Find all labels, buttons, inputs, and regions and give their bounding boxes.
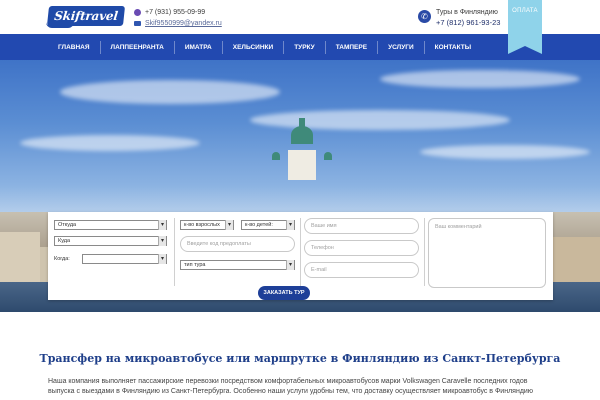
nav-item-imatra[interactable]: ИМАТРА — [175, 40, 223, 54]
name-input[interactable]: Ваше имя — [304, 218, 419, 234]
nav-item-lappeenranta[interactable]: ЛАППЕЕНРАНТА — [101, 40, 175, 54]
booking-form: Откуда Куда Когда: к-во взрослых к-во де… — [48, 212, 553, 300]
mail-icon — [134, 21, 141, 26]
when-label: Когда: — [54, 256, 70, 262]
tours-phone[interactable]: +7 (812) 961-93-23 — [436, 18, 500, 27]
nav-item-turku[interactable]: ТУРКУ — [284, 40, 326, 54]
divider — [300, 218, 301, 286]
payment-label[interactable]: ОПЛАТА — [508, 8, 542, 14]
tours-label: Туры в Финляндию — [436, 9, 498, 16]
payment-ribbon[interactable]: ОПЛАТА — [508, 0, 542, 54]
nav-item-contacts[interactable]: КОНТАКТЫ — [425, 41, 481, 54]
date-select[interactable] — [82, 254, 167, 264]
tours-contact: ✆ Туры в Финляндию +7 (812) 961-93-23 — [418, 8, 500, 29]
nav-item-helsinki[interactable]: ХЕЛЬСИНКИ — [223, 40, 285, 54]
intro-paragraph: Наша компания выполняет пассажирские пер… — [48, 378, 534, 395]
nav-item-services[interactable]: УСЛУГИ — [378, 40, 425, 54]
viber-icon — [134, 9, 141, 16]
contact-email[interactable]: Skif9550999@yandex.ru — [134, 20, 222, 27]
children-select[interactable]: к-во детей: — [241, 220, 295, 230]
logo-swoosh — [46, 22, 74, 28]
order-tour-button[interactable]: ЗАКАЗАТЬ ТУР — [258, 286, 310, 300]
divider — [424, 218, 425, 286]
email-input[interactable]: E-mail — [304, 262, 419, 278]
phone-icon: ✆ — [418, 10, 431, 23]
nav-item-tampere[interactable]: ТАМПЕРЕ — [326, 40, 379, 54]
contact-phone-text: +7 (931) 955-09-99 — [145, 9, 206, 16]
to-select[interactable]: Куда — [54, 236, 167, 246]
from-select[interactable]: Откуда — [54, 220, 167, 230]
promo-code-input[interactable]: Введите код предоплаты — [180, 236, 295, 252]
page: Skiftravel +7 (931) 955-09-99 Skif955099… — [0, 0, 600, 400]
logo-text: Skiftravel — [53, 9, 119, 23]
tour-type-select[interactable]: тип тура — [180, 260, 295, 270]
comment-textarea[interactable]: Ваш комментарий — [428, 218, 546, 288]
nav-item-home[interactable]: ГЛАВНАЯ — [48, 40, 101, 54]
adults-select[interactable]: к-во взрослых — [180, 220, 234, 230]
contact-email-text[interactable]: Skif9550999@yandex.ru — [145, 20, 222, 27]
contact-phone: +7 (931) 955-09-99 — [134, 9, 205, 16]
divider — [174, 218, 175, 286]
page-title: Трансфер на микроавтобусе или маршрутке … — [39, 352, 561, 365]
phone-input[interactable]: Телефон — [304, 240, 419, 256]
